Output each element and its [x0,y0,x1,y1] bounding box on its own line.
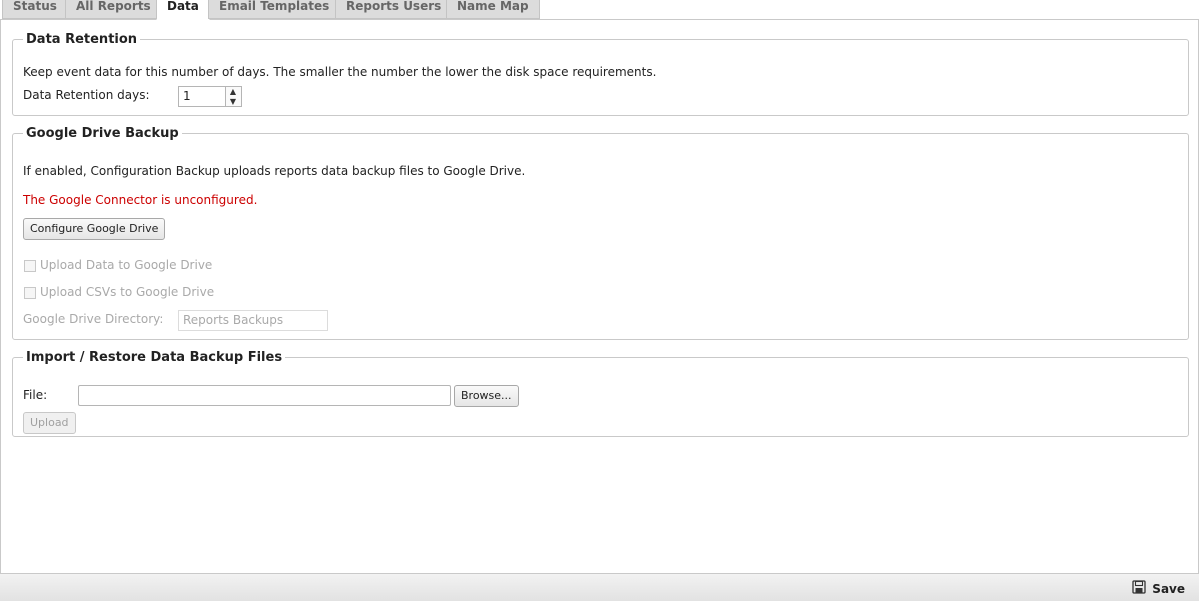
bottom-toolbar: Save [0,573,1199,601]
data-retention-legend: Data Retention [26,32,138,47]
import-restore-section: Import / Restore Data Backup Files File:… [12,350,1189,437]
save-label: Save [1152,581,1185,596]
tab-name-map[interactable]: Name Map [446,0,540,19]
upload-csv-label: Upload CSVs to Google Drive [40,285,215,299]
tab-email-templates[interactable]: Email Templates [208,0,341,19]
spin-down-icon[interactable]: ▼ [226,97,240,107]
upload-data-checkbox[interactable] [24,260,36,272]
data-retention-days-label: Data Retention days: [23,88,150,102]
floppy-disk-icon [1132,580,1146,597]
save-button[interactable]: Save [1132,580,1185,597]
data-retention-section: Data Retention Keep event data for this … [12,32,1189,116]
configure-google-drive-button[interactable]: Configure Google Drive [23,218,166,240]
tab-status[interactable]: Status [2,0,68,19]
upload-csv-checkbox[interactable] [24,287,36,299]
browse-button[interactable]: Browse... [454,385,519,407]
data-retention-days-spinner[interactable]: ▲ ▼ [226,86,242,107]
file-input[interactable] [78,385,451,406]
tab-bar: Status All Reports Data Email Templates … [0,0,1199,20]
file-label: File: [23,388,48,402]
data-tab-panel: Data Retention Keep event data for this … [0,20,1199,574]
google-drive-directory-input[interactable]: Reports Backups [178,310,328,331]
upload-button[interactable]: Upload [23,412,76,434]
data-retention-days-input[interactable]: 1 [178,86,226,107]
data-retention-description: Keep event data for this number of days.… [23,65,657,79]
tab-reports-users[interactable]: Reports Users [335,0,453,19]
google-drive-backup-section: Google Drive Backup If enabled, Configur… [12,126,1189,340]
google-drive-backup-legend: Google Drive Backup [26,126,179,141]
google-drive-directory-label: Google Drive Directory: [23,312,164,326]
google-connector-warning: The Google Connector is unconfigured. [23,193,258,207]
spin-up-icon[interactable]: ▲ [226,87,240,97]
tab-all-reports[interactable]: All Reports [65,0,162,19]
tab-data[interactable]: Data [156,0,210,20]
import-restore-legend: Import / Restore Data Backup Files [26,350,283,365]
google-drive-description: If enabled, Configuration Backup uploads… [23,164,526,178]
upload-data-label: Upload Data to Google Drive [40,258,213,272]
